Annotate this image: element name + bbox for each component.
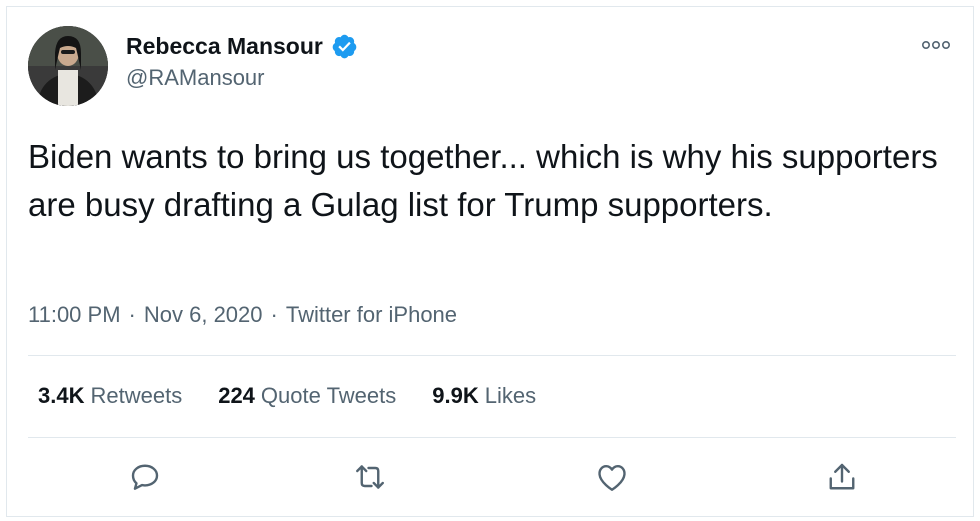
retweets-stat[interactable]: 3.4K Retweets [38, 383, 182, 409]
tweet-text: Biden wants to bring us together... whic… [28, 138, 938, 223]
retweet-icon[interactable] [352, 459, 388, 495]
tweet-source[interactable]: Twitter for iPhone [286, 302, 457, 327]
tweet-card: Rebecca Mansour @RAMansour Biden wants t… [6, 6, 974, 517]
tweet-date[interactable]: Nov 6, 2020 [144, 302, 263, 327]
author-name-row: Rebecca Mansour [126, 33, 358, 60]
retweets-count: 3.4K [38, 383, 85, 408]
tweet-time[interactable]: 11:00 PM [28, 302, 121, 327]
tweet-stats: 3.4K Retweets 224 Quote Tweets 9.9K Likes [38, 383, 536, 409]
more-options-icon[interactable] [921, 37, 951, 53]
verified-badge-icon [331, 33, 358, 60]
quotes-stat[interactable]: 224 Quote Tweets [218, 383, 396, 409]
tweet-meta: 11:00 PM · Nov 6, 2020 · Twitter for iPhone [28, 302, 457, 328]
likes-stat[interactable]: 9.9K Likes [432, 383, 536, 409]
divider [28, 355, 956, 356]
share-icon[interactable] [824, 459, 860, 495]
reply-icon[interactable] [127, 459, 163, 495]
meta-separator: · [270, 302, 278, 327]
author-handle[interactable]: @RAMansour [126, 65, 265, 91]
likes-label: Likes [484, 383, 537, 408]
divider [28, 437, 956, 438]
heart-icon[interactable] [594, 459, 630, 495]
likes-count: 9.9K [432, 383, 479, 408]
retweets-label: Retweets [90, 383, 183, 408]
meta-separator: · [128, 302, 136, 327]
action-bar [127, 459, 855, 499]
avatar[interactable] [28, 26, 108, 106]
author-name[interactable]: Rebecca Mansour [126, 33, 323, 60]
quotes-count: 224 [218, 383, 255, 408]
quotes-label: Quote Tweets [260, 383, 397, 408]
